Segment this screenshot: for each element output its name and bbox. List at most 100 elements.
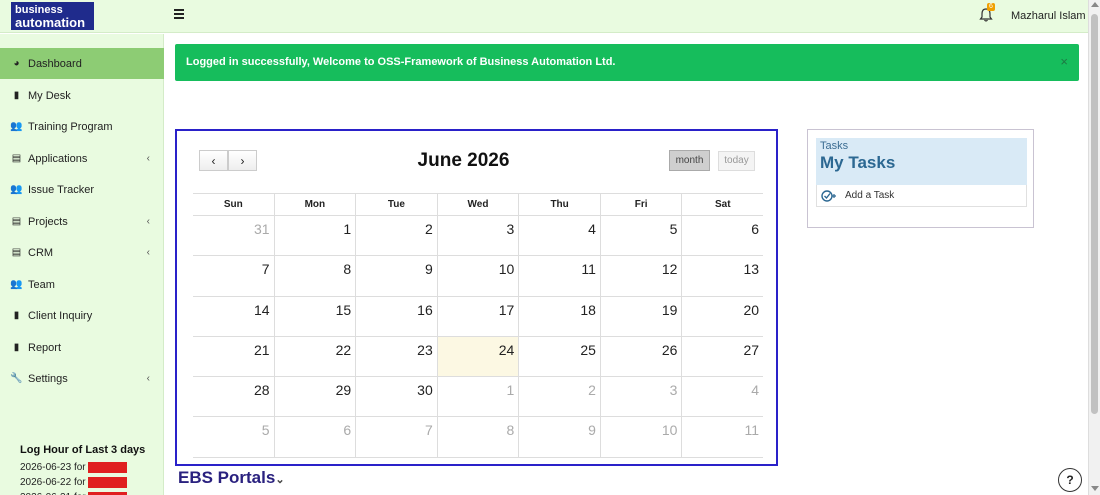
calendar-day[interactable]: 31 bbox=[193, 216, 274, 255]
calendar-day[interactable]: 4 bbox=[681, 377, 763, 417]
sidebar-item-label: Client Inquiry bbox=[28, 309, 93, 322]
calendar-title: June 2026 bbox=[417, 150, 510, 171]
calendar: June 2026 ‹ › month today Sun Mon Tue Wed Th… bbox=[175, 129, 778, 466]
prev-month-button[interactable]: ‹ bbox=[199, 150, 228, 171]
log-hours-panel: Log Hour of Last 3 days 2026-06-23 for 0… bbox=[20, 444, 160, 495]
sidebar-item-my-desk[interactable]: ▮ My Desk bbox=[0, 80, 164, 111]
scroll-down-icon[interactable] bbox=[1091, 486, 1099, 491]
next-month-button[interactable]: › bbox=[228, 150, 257, 171]
calendar-day[interactable]: 12 bbox=[599, 256, 682, 296]
calendar-nav: ‹ › bbox=[199, 150, 257, 171]
sidebar-item-projects[interactable]: ▤ Projects ‹ bbox=[0, 206, 164, 237]
calendar-day[interactable]: 10 bbox=[436, 256, 519, 296]
calendar-day[interactable]: 23 bbox=[355, 336, 437, 377]
calendar-day[interactable]: 22 bbox=[273, 336, 356, 377]
calendar-day[interactable]: 27 bbox=[681, 336, 763, 377]
ebs-portals-dropdown[interactable]: EBS Portals⌄ bbox=[178, 468, 285, 488]
calendar-day[interactable]: 3 bbox=[436, 216, 519, 256]
scroll-up-icon[interactable] bbox=[1091, 2, 1099, 7]
menu-toggle-icon[interactable] bbox=[174, 9, 184, 21]
calendar-day[interactable]: 26 bbox=[599, 336, 682, 377]
calendar-day[interactable]: 28 bbox=[193, 377, 274, 416]
sidebar-item-label: Dashboard bbox=[28, 57, 82, 70]
calendar-day[interactable]: 17 bbox=[436, 296, 519, 336]
user-menu[interactable]: Mazharul Islam bbox=[1011, 10, 1086, 22]
tasks-small-title: Tasks bbox=[820, 140, 849, 152]
calendar-day[interactable]: 14 bbox=[193, 297, 274, 336]
log-date: 2026-06-23 bbox=[20, 462, 72, 473]
dashboard-icon: ◕ bbox=[13, 58, 20, 69]
alert-message: Logged in successfully, Welcome to OSS-F… bbox=[186, 56, 616, 68]
log-hour-row: 2026-06-22 for 0 Hours bbox=[20, 475, 160, 490]
chevron-left-icon: ‹ bbox=[146, 216, 150, 227]
calendar-day[interactable]: 11 bbox=[681, 417, 763, 457]
calendar-day[interactable]: 11 bbox=[518, 256, 600, 296]
sidebar-item-report[interactable]: ▮ Report bbox=[0, 332, 164, 363]
log-hours-title: Log Hour of Last 3 days bbox=[20, 444, 146, 456]
sidebar-item-client-inquiry[interactable]: ▮ Client Inquiry bbox=[0, 300, 164, 331]
log-hour-row: 2026-06-23 for 0 Hours bbox=[20, 460, 160, 475]
calendar-day[interactable]: 20 bbox=[681, 296, 763, 336]
calendar-day[interactable]: 7 bbox=[193, 256, 274, 295]
sidebar-item-crm[interactable]: ▤ CRM ‹ bbox=[0, 237, 164, 268]
close-icon[interactable]: × bbox=[1060, 54, 1068, 69]
calendar-day[interactable]: 6 bbox=[273, 417, 356, 457]
calendar-day[interactable]: 9 bbox=[518, 417, 600, 457]
calendar-day[interactable]: 18 bbox=[518, 296, 600, 336]
calendar-day-today[interactable]: 24 bbox=[436, 336, 519, 377]
log-date: 2026-06-22 bbox=[20, 477, 72, 488]
add-task-row[interactable]: Add a Task bbox=[816, 185, 1027, 207]
calendar-day[interactable]: 10 bbox=[599, 417, 682, 457]
calendar-day[interactable]: 8 bbox=[436, 417, 519, 457]
sidebar-item-dashboard[interactable]: ◕ Dashboard bbox=[0, 48, 164, 79]
today-button[interactable]: today bbox=[718, 151, 755, 171]
day-of-week-label: Tue bbox=[355, 194, 437, 215]
calendar-day[interactable]: 1 bbox=[273, 216, 356, 256]
scrollbar[interactable] bbox=[1088, 0, 1100, 495]
sidebar-item-applications[interactable]: ▤ Applications ‹ bbox=[0, 143, 164, 174]
calendar-day[interactable]: 13 bbox=[681, 256, 763, 296]
calendar-day[interactable]: 5 bbox=[193, 417, 274, 456]
day-of-week-header: Sun Mon Tue Wed Thu Fri Sat bbox=[193, 194, 763, 216]
log-sep: for bbox=[73, 462, 86, 473]
calendar-day[interactable]: 6 bbox=[681, 216, 763, 256]
calendar-day[interactable]: 19 bbox=[599, 296, 682, 336]
calendar-day[interactable]: 25 bbox=[518, 336, 600, 377]
calendar-day[interactable]: 7 bbox=[355, 417, 437, 457]
calendar-day[interactable]: 29 bbox=[273, 377, 356, 417]
calendar-day[interactable]: 9 bbox=[355, 256, 437, 296]
calendar-day[interactable]: 30 bbox=[355, 377, 437, 417]
calendar-day[interactable]: 2 bbox=[518, 377, 600, 417]
sidebar-item-team[interactable]: 👥 Team bbox=[0, 269, 164, 300]
calendar-day[interactable]: 21 bbox=[193, 337, 274, 376]
sidebar-item-settings[interactable]: 🔧 Settings ‹ bbox=[0, 363, 164, 394]
sidebar-item-label: Applications bbox=[28, 152, 88, 165]
brand-logo[interactable]: business automation bbox=[11, 2, 94, 30]
calendar-day[interactable]: 5 bbox=[599, 216, 682, 256]
calendar-day[interactable]: 2 bbox=[355, 216, 437, 256]
scroll-thumb[interactable] bbox=[1091, 14, 1098, 414]
help-button[interactable]: ? bbox=[1058, 468, 1082, 492]
calendar-day[interactable]: 15 bbox=[273, 296, 356, 336]
calendar-day[interactable]: 16 bbox=[355, 296, 437, 336]
day-of-week-label: Thu bbox=[518, 194, 600, 215]
sidebar-item-label: Team bbox=[28, 278, 55, 291]
log-sep: for bbox=[73, 477, 86, 488]
calendar-day[interactable]: 3 bbox=[599, 377, 682, 417]
calendar-day[interactable]: 4 bbox=[518, 216, 600, 256]
calendar-week: 7 8 9 10 11 12 13 bbox=[193, 256, 763, 297]
day-of-week-label: Sun bbox=[223, 199, 243, 210]
notification-badge: 6 bbox=[987, 3, 995, 11]
sidebar-item-training-program[interactable]: 👥 Training Program bbox=[0, 111, 164, 142]
add-task-icon bbox=[821, 189, 836, 202]
success-alert: Logged in successfully, Welcome to OSS-F… bbox=[175, 44, 1079, 81]
calendar-grid: Sun Mon Tue Wed Thu Fri Sat 31 1 2 3 4 5 6 7 8 9 10 11 12 1… bbox=[193, 193, 763, 458]
users-icon: 👥 bbox=[10, 121, 23, 132]
portals-title: EBS Portals bbox=[178, 468, 276, 487]
month-view-button[interactable]: month bbox=[669, 150, 710, 171]
sidebar-item-issue-tracker[interactable]: 👥 Issue Tracker bbox=[0, 174, 164, 205]
calendar-day[interactable]: 1 bbox=[436, 377, 519, 417]
log-hour-row: 2026-06-21 for 0 Hours bbox=[20, 490, 160, 495]
calendar-day[interactable]: 8 bbox=[273, 256, 356, 296]
file-icon: ▤ bbox=[11, 216, 22, 227]
